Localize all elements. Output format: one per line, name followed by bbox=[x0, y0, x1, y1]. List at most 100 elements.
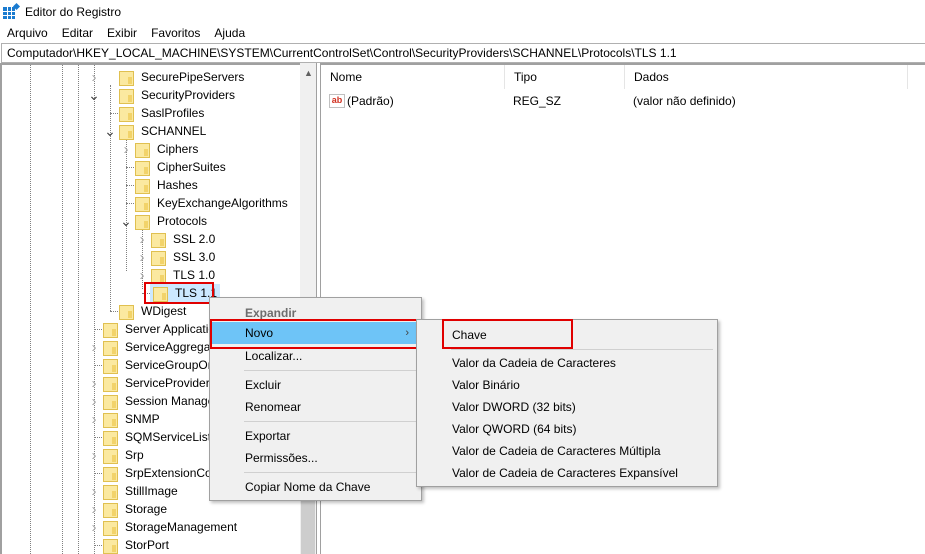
annotation-selected-key-outline bbox=[144, 282, 214, 304]
annotation-chave-outline bbox=[442, 319, 573, 349]
tree-guide-line bbox=[94, 365, 102, 366]
submenu-item-expandable-string-value[interactable]: Valor de Cadeia de Caracteres Expansível bbox=[419, 462, 715, 484]
registry-editor-icon bbox=[3, 2, 21, 20]
menu-item-renomear[interactable]: Renomear bbox=[212, 396, 419, 418]
tree-item-label: TLS 1.0 bbox=[173, 267, 216, 282]
folder-icon bbox=[118, 105, 134, 122]
chevron-right-icon[interactable]: › bbox=[86, 68, 102, 86]
chevron-down-icon[interactable]: ⌄ bbox=[118, 212, 134, 230]
folder-icon bbox=[102, 537, 118, 554]
folder-icon bbox=[102, 411, 118, 428]
folder-icon bbox=[102, 339, 118, 356]
chevron-right-icon[interactable]: › bbox=[86, 392, 102, 410]
chevron-right-icon[interactable]: › bbox=[86, 374, 102, 392]
submenu-item-dword-value[interactable]: Valor DWORD (32 bits) bbox=[419, 396, 715, 418]
menu-separator bbox=[244, 472, 419, 473]
chevron-right-icon[interactable]: › bbox=[134, 230, 150, 248]
tree-item-label: StorageManagement bbox=[125, 519, 238, 534]
folder-icon bbox=[102, 483, 118, 500]
chevron-right-icon[interactable]: › bbox=[86, 518, 102, 536]
tree-guide-line bbox=[94, 437, 102, 438]
column-header-type[interactable]: Tipo bbox=[505, 65, 625, 89]
tree-item-label: SrpExtensionCor bbox=[125, 465, 216, 480]
tree-guide-line bbox=[110, 85, 111, 311]
tree-guide-line bbox=[30, 65, 31, 554]
scroll-up-arrow-icon[interactable]: ▲ bbox=[304, 69, 313, 78]
tree-item-label: Storage bbox=[125, 501, 168, 516]
submenu-item-string-value[interactable]: Valor da Cadeia de Caracteres bbox=[419, 352, 715, 374]
value-data: (valor não definido) bbox=[633, 94, 736, 108]
submenu-item-multi-string-value[interactable]: Valor de Cadeia de Caracteres Múltipla bbox=[419, 440, 715, 462]
tree-guide-line bbox=[78, 65, 79, 554]
menu-exibir[interactable]: Exibir bbox=[100, 26, 144, 40]
folder-icon bbox=[134, 159, 150, 176]
folder-icon bbox=[150, 249, 166, 266]
tree-guide-line bbox=[94, 65, 95, 554]
folder-icon bbox=[134, 177, 150, 194]
chevron-right-icon[interactable]: › bbox=[86, 482, 102, 500]
folder-icon bbox=[118, 87, 134, 104]
menu-ajuda[interactable]: Ajuda bbox=[207, 26, 252, 40]
tree-guide-line bbox=[110, 311, 118, 312]
list-header: Nome Tipo Dados bbox=[321, 65, 925, 89]
tree-guide-line bbox=[94, 545, 102, 546]
tree-item-label: Server Applicatio bbox=[125, 321, 216, 336]
menu-item-exportar[interactable]: Exportar bbox=[212, 425, 419, 447]
chevron-right-icon[interactable]: › bbox=[134, 248, 150, 266]
folder-icon bbox=[118, 303, 134, 320]
chevron-right-icon[interactable]: › bbox=[86, 410, 102, 428]
menu-item-copiar-nome[interactable]: Copiar Nome da Chave bbox=[212, 476, 419, 498]
tree-guide-line bbox=[126, 203, 134, 204]
window-title: Editor do Registro bbox=[25, 4, 122, 19]
folder-icon bbox=[150, 267, 166, 284]
value-row[interactable]: ab (Padrão) REG_SZ (valor não definido) bbox=[321, 91, 736, 111]
title-bar: Editor do Registro bbox=[0, 0, 925, 23]
string-value-icon: ab bbox=[329, 94, 345, 108]
tree-item-label: KeyExchangeAlgorithms bbox=[157, 195, 288, 210]
address-bar[interactable]: Computador\HKEY_LOCAL_MACHINE\SYSTEM\Cur… bbox=[1, 43, 925, 63]
tree-item-label: CipherSuites bbox=[157, 159, 226, 174]
tree-item-label: SecurePipeServers bbox=[141, 69, 245, 84]
chevron-right-icon[interactable]: › bbox=[86, 446, 102, 464]
menu-separator bbox=[244, 370, 419, 371]
chevron-right-icon[interactable]: › bbox=[86, 338, 102, 356]
submenu-item-binary-value[interactable]: Valor Binário bbox=[419, 374, 715, 396]
chevron-down-icon[interactable]: ⌄ bbox=[102, 122, 118, 140]
tree-guide-line bbox=[126, 139, 127, 271]
folder-icon bbox=[150, 231, 166, 248]
menu-editar[interactable]: Editar bbox=[55, 26, 100, 40]
menu-separator bbox=[451, 349, 713, 350]
tree-item-label: StorPort bbox=[125, 537, 170, 552]
tree-item-label: WDigest bbox=[141, 303, 187, 318]
tree-item-label: SNMP bbox=[125, 411, 160, 426]
tree-item-label: Srp bbox=[125, 447, 144, 462]
menu-favoritos[interactable]: Favoritos bbox=[144, 26, 207, 40]
folder-icon bbox=[118, 123, 134, 140]
tree-item-label: SCHANNEL bbox=[141, 123, 207, 138]
folder-icon bbox=[102, 429, 118, 446]
menu-item-permissoes[interactable]: Permissões... bbox=[212, 447, 419, 469]
submenu-item-qword-value[interactable]: Valor QWORD (64 bits) bbox=[419, 418, 715, 440]
tree-item-label: Protocols bbox=[157, 213, 208, 228]
tree-guide-line bbox=[110, 113, 118, 114]
folder-icon bbox=[102, 447, 118, 464]
annotation-novo-outline bbox=[210, 319, 419, 349]
column-header-data[interactable]: Dados bbox=[625, 65, 908, 89]
folder-icon bbox=[102, 393, 118, 410]
column-header-name[interactable]: Nome bbox=[321, 65, 505, 89]
tree-item-label: ServiceGroupOrc bbox=[125, 357, 218, 372]
chevron-right-icon[interactable]: › bbox=[86, 500, 102, 518]
menu-item-excluir[interactable]: Excluir bbox=[212, 374, 419, 396]
tree-guide-line bbox=[94, 329, 102, 330]
tree-item-label: SecurityProviders bbox=[141, 87, 236, 102]
menu-bar: Arquivo Editar Exibir Favoritos Ajuda bbox=[0, 23, 252, 42]
tree-guide-line bbox=[126, 185, 134, 186]
chevron-right-icon[interactable]: › bbox=[118, 140, 134, 158]
menu-arquivo[interactable]: Arquivo bbox=[0, 26, 55, 40]
chevron-down-icon[interactable]: ⌄ bbox=[86, 86, 102, 104]
folder-icon bbox=[102, 375, 118, 392]
tree-item-label: ServiceAggregat bbox=[125, 339, 214, 354]
tree-item-label: Hashes bbox=[157, 177, 198, 192]
folder-icon bbox=[102, 501, 118, 518]
tree-item-label: Ciphers bbox=[157, 141, 199, 156]
